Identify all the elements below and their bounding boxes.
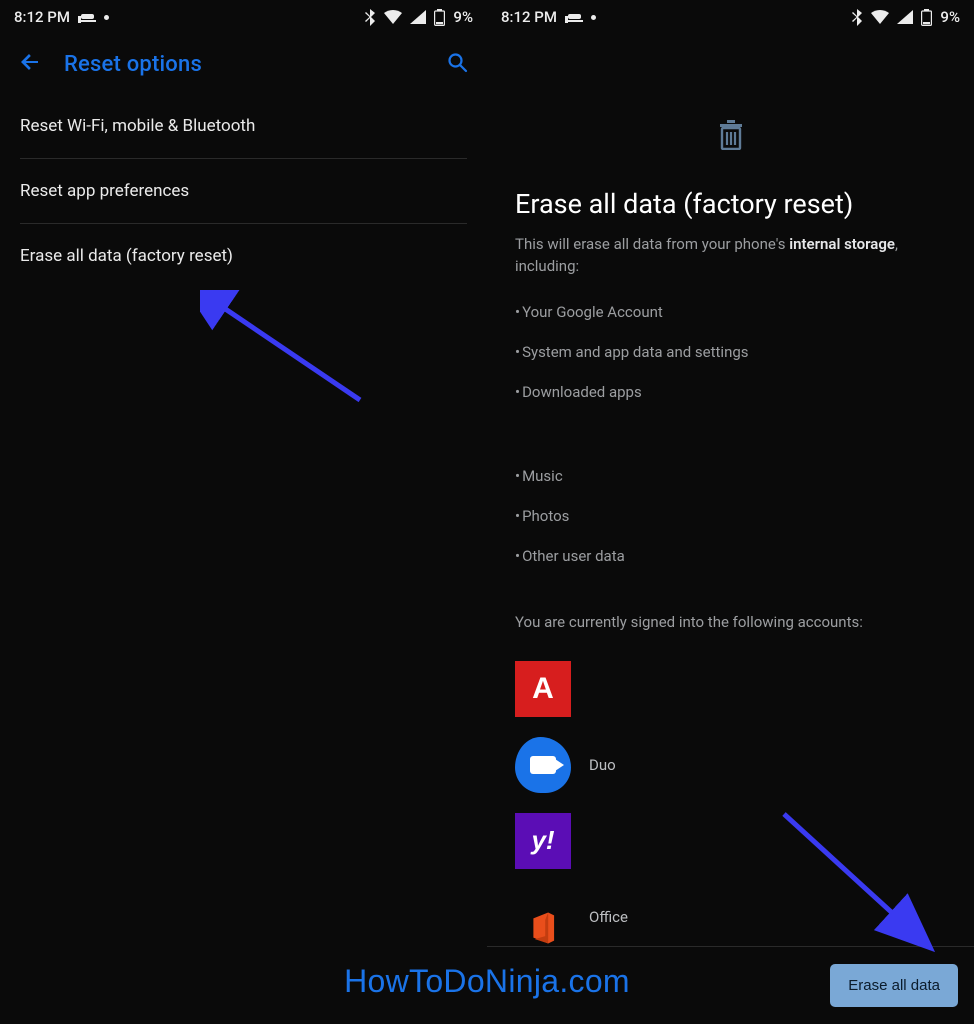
bullet-group-b: Music Photos Other user data	[515, 456, 946, 576]
bullet-group-a: Your Google Account System and app data …	[515, 292, 946, 412]
wifi-icon	[871, 10, 889, 24]
action-bar: Erase all data	[487, 946, 974, 1024]
wifi-icon	[384, 10, 402, 24]
accounts-label: You are currently signed into the follow…	[515, 612, 946, 633]
status-dot-icon	[591, 15, 596, 20]
bullet-item: Your Google Account	[515, 292, 946, 332]
app-bar: Reset options	[0, 34, 487, 94]
bullet-item: System and app data and settings	[515, 332, 946, 372]
bluetooth-icon	[852, 9, 863, 26]
status-time: 8:12 PM	[501, 8, 557, 26]
status-dot-icon	[104, 15, 109, 20]
settings-list: Reset Wi-Fi, mobile & Bluetooth Reset ap…	[0, 94, 487, 288]
search-icon[interactable]	[445, 50, 469, 78]
account-row-duo[interactable]: Duo	[515, 727, 946, 803]
bullet-item: Other user data	[515, 536, 946, 576]
page-title: Reset options	[64, 52, 202, 77]
phone-right: 8:12 PM 9%	[487, 0, 974, 1024]
account-row-office[interactable]: Office	[515, 879, 946, 955]
desc-prefix: This will erase all data from your phone…	[515, 235, 789, 253]
account-label: Duo	[589, 756, 616, 774]
battery-percent: 9%	[453, 8, 473, 26]
battery-percent: 9%	[940, 8, 960, 26]
status-bar: 8:12 PM 9%	[487, 0, 974, 34]
description: This will erase all data from your phone…	[515, 234, 946, 278]
yahoo-icon: y!	[515, 813, 571, 869]
office-icon	[515, 889, 571, 945]
bullet-item: Downloaded apps	[515, 372, 946, 412]
bullet-item: Photos	[515, 496, 946, 536]
bed-icon	[565, 11, 583, 23]
account-row-adobe[interactable]: A	[515, 651, 946, 727]
annotation-arrow-left	[200, 290, 380, 420]
bluetooth-icon	[365, 9, 376, 26]
phone-left: 8:12 PM 9%	[0, 0, 487, 1024]
account-label: Office	[589, 908, 628, 926]
detail-scroll[interactable]: Erase all data (factory reset) This will…	[487, 34, 974, 955]
signal-icon	[897, 10, 913, 24]
desc-bold: internal storage	[789, 235, 895, 253]
account-row-yahoo[interactable]: y!	[515, 803, 946, 879]
bed-icon	[78, 11, 96, 23]
signal-icon	[410, 10, 426, 24]
list-item-factory-reset[interactable]: Erase all data (factory reset)	[20, 224, 467, 288]
status-time: 8:12 PM	[14, 8, 70, 26]
duo-icon	[515, 737, 571, 793]
adobe-icon: A	[515, 661, 571, 717]
battery-icon	[434, 9, 445, 26]
heading: Erase all data (factory reset)	[515, 188, 946, 220]
list-item-reset-apps[interactable]: Reset app preferences	[20, 159, 467, 223]
trash-icon	[717, 120, 745, 154]
battery-icon	[921, 9, 932, 26]
list-item-reset-network[interactable]: Reset Wi-Fi, mobile & Bluetooth	[20, 94, 467, 158]
back-icon[interactable]	[18, 50, 42, 78]
erase-all-data-button[interactable]: Erase all data	[830, 964, 958, 1007]
status-bar: 8:12 PM 9%	[0, 0, 487, 34]
bullet-item: Music	[515, 456, 946, 496]
